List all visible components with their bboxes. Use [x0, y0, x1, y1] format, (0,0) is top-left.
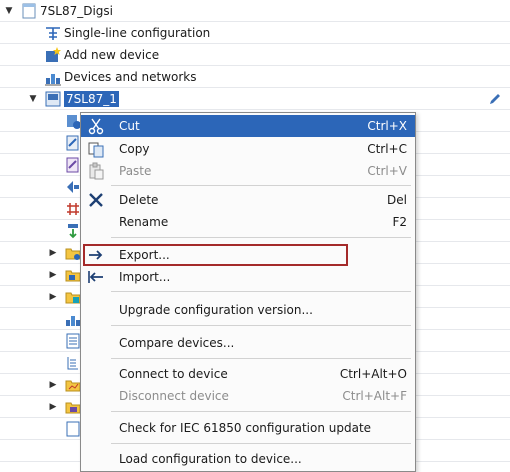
- menu-item-label: Upgrade configuration version...: [119, 303, 313, 317]
- delete-x-icon: [87, 191, 105, 209]
- copy-icon: [87, 140, 105, 158]
- tree-label-device: 7SL87_1: [64, 91, 119, 107]
- add-device-icon: [44, 46, 62, 64]
- context-menu: Cut Ctrl+X Copy Ctrl+C Paste Ctrl+V Dele…: [80, 112, 416, 472]
- import-arrow-icon: [87, 268, 105, 286]
- menu-item-disconnect[interactable]: Disconnect device Ctrl+Alt+F: [81, 385, 415, 407]
- menu-item-shortcut: Ctrl+V: [367, 164, 407, 178]
- tree-row-single-line[interactable]: Single-line configuration: [0, 22, 510, 44]
- tree-row-add-device[interactable]: Add new device: [0, 44, 510, 66]
- menu-item-export[interactable]: Export...: [81, 244, 415, 266]
- menu-item-shortcut: Ctrl+C: [367, 142, 407, 156]
- menu-item-compare-devices[interactable]: Compare devices...: [81, 332, 415, 354]
- scissors-icon: [87, 117, 105, 135]
- menu-separator: [111, 325, 411, 326]
- expand-caret-icon[interactable]: ▶: [48, 291, 58, 303]
- menu-item-upgrade-config[interactable]: Upgrade configuration version...: [81, 299, 415, 321]
- menu-item-label: Delete: [119, 193, 159, 207]
- menu-item-label: Cut: [119, 119, 140, 133]
- project-label: 7SL87_Digsi: [40, 4, 113, 18]
- expand-caret-icon[interactable]: ▶: [48, 269, 58, 281]
- tree-label-single-line: Single-line configuration: [64, 26, 211, 40]
- menu-item-label: Copy: [119, 142, 150, 156]
- expand-caret-icon[interactable]: ▶: [48, 379, 58, 391]
- expand-caret-icon[interactable]: ▶: [48, 401, 58, 413]
- menu-item-label: Compare devices...: [119, 336, 235, 350]
- menu-item-label: Import...: [119, 270, 171, 284]
- expand-caret-icon[interactable]: ▼: [4, 5, 14, 17]
- paste-icon: [87, 162, 105, 180]
- menu-item-copy[interactable]: Copy Ctrl+C: [81, 138, 415, 160]
- menu-item-shortcut: Ctrl+X: [367, 119, 407, 133]
- menu-item-shortcut: Del: [387, 193, 407, 207]
- menu-separator: [111, 358, 411, 359]
- menu-item-shortcut: Ctrl+Alt+O: [339, 367, 407, 381]
- pencil-icon[interactable]: [488, 92, 502, 106]
- menu-item-label: Disconnect device: [119, 389, 229, 403]
- tree-row-project[interactable]: ▼ 7SL87_Digsi: [0, 0, 510, 22]
- menu-item-import[interactable]: Import...: [81, 266, 415, 288]
- tree-label-devices-networks: Devices and networks: [64, 70, 197, 84]
- tree-label-add-device: Add new device: [64, 48, 160, 62]
- export-arrow-icon: [87, 246, 105, 264]
- expand-caret-icon[interactable]: ▼: [28, 93, 38, 105]
- menu-separator: [111, 291, 411, 292]
- menu-item-shortcut: Ctrl+Alt+F: [342, 389, 407, 403]
- menu-item-paste[interactable]: Paste Ctrl+V: [81, 160, 415, 182]
- menu-item-check-iec61850[interactable]: Check for IEC 61850 configuration update: [81, 417, 415, 439]
- menu-separator: [111, 411, 411, 412]
- expand-caret-icon[interactable]: ▶: [48, 247, 58, 259]
- tree-row-device[interactable]: ▼ 7SL87_1: [0, 88, 510, 110]
- menu-separator: [111, 443, 411, 444]
- menu-item-delete[interactable]: Delete Del: [81, 189, 415, 211]
- project-folder-icon: [20, 2, 38, 20]
- device-icon: [44, 90, 62, 108]
- network-icon: [44, 68, 62, 86]
- menu-item-rename[interactable]: Rename F2: [81, 211, 415, 233]
- menu-item-label: Paste: [119, 164, 152, 178]
- menu-item-label: Check for IEC 61850 configuration update: [119, 421, 372, 435]
- menu-item-label: Connect to device: [119, 367, 228, 381]
- menu-item-label: Export...: [119, 248, 170, 262]
- tree-row-devices-networks[interactable]: Devices and networks: [0, 66, 510, 88]
- single-line-icon: [44, 24, 62, 42]
- menu-item-cut[interactable]: Cut Ctrl+X: [81, 115, 415, 137]
- menu-separator: [111, 237, 411, 238]
- menu-item-label: Load configuration to device...: [119, 452, 302, 466]
- menu-item-connect[interactable]: Connect to device Ctrl+Alt+O: [81, 363, 415, 385]
- menu-item-shortcut: F2: [392, 215, 407, 229]
- menu-item-label: Rename: [119, 215, 169, 229]
- menu-item-load-config[interactable]: Load configuration to device...: [81, 448, 415, 470]
- menu-separator: [111, 185, 411, 186]
